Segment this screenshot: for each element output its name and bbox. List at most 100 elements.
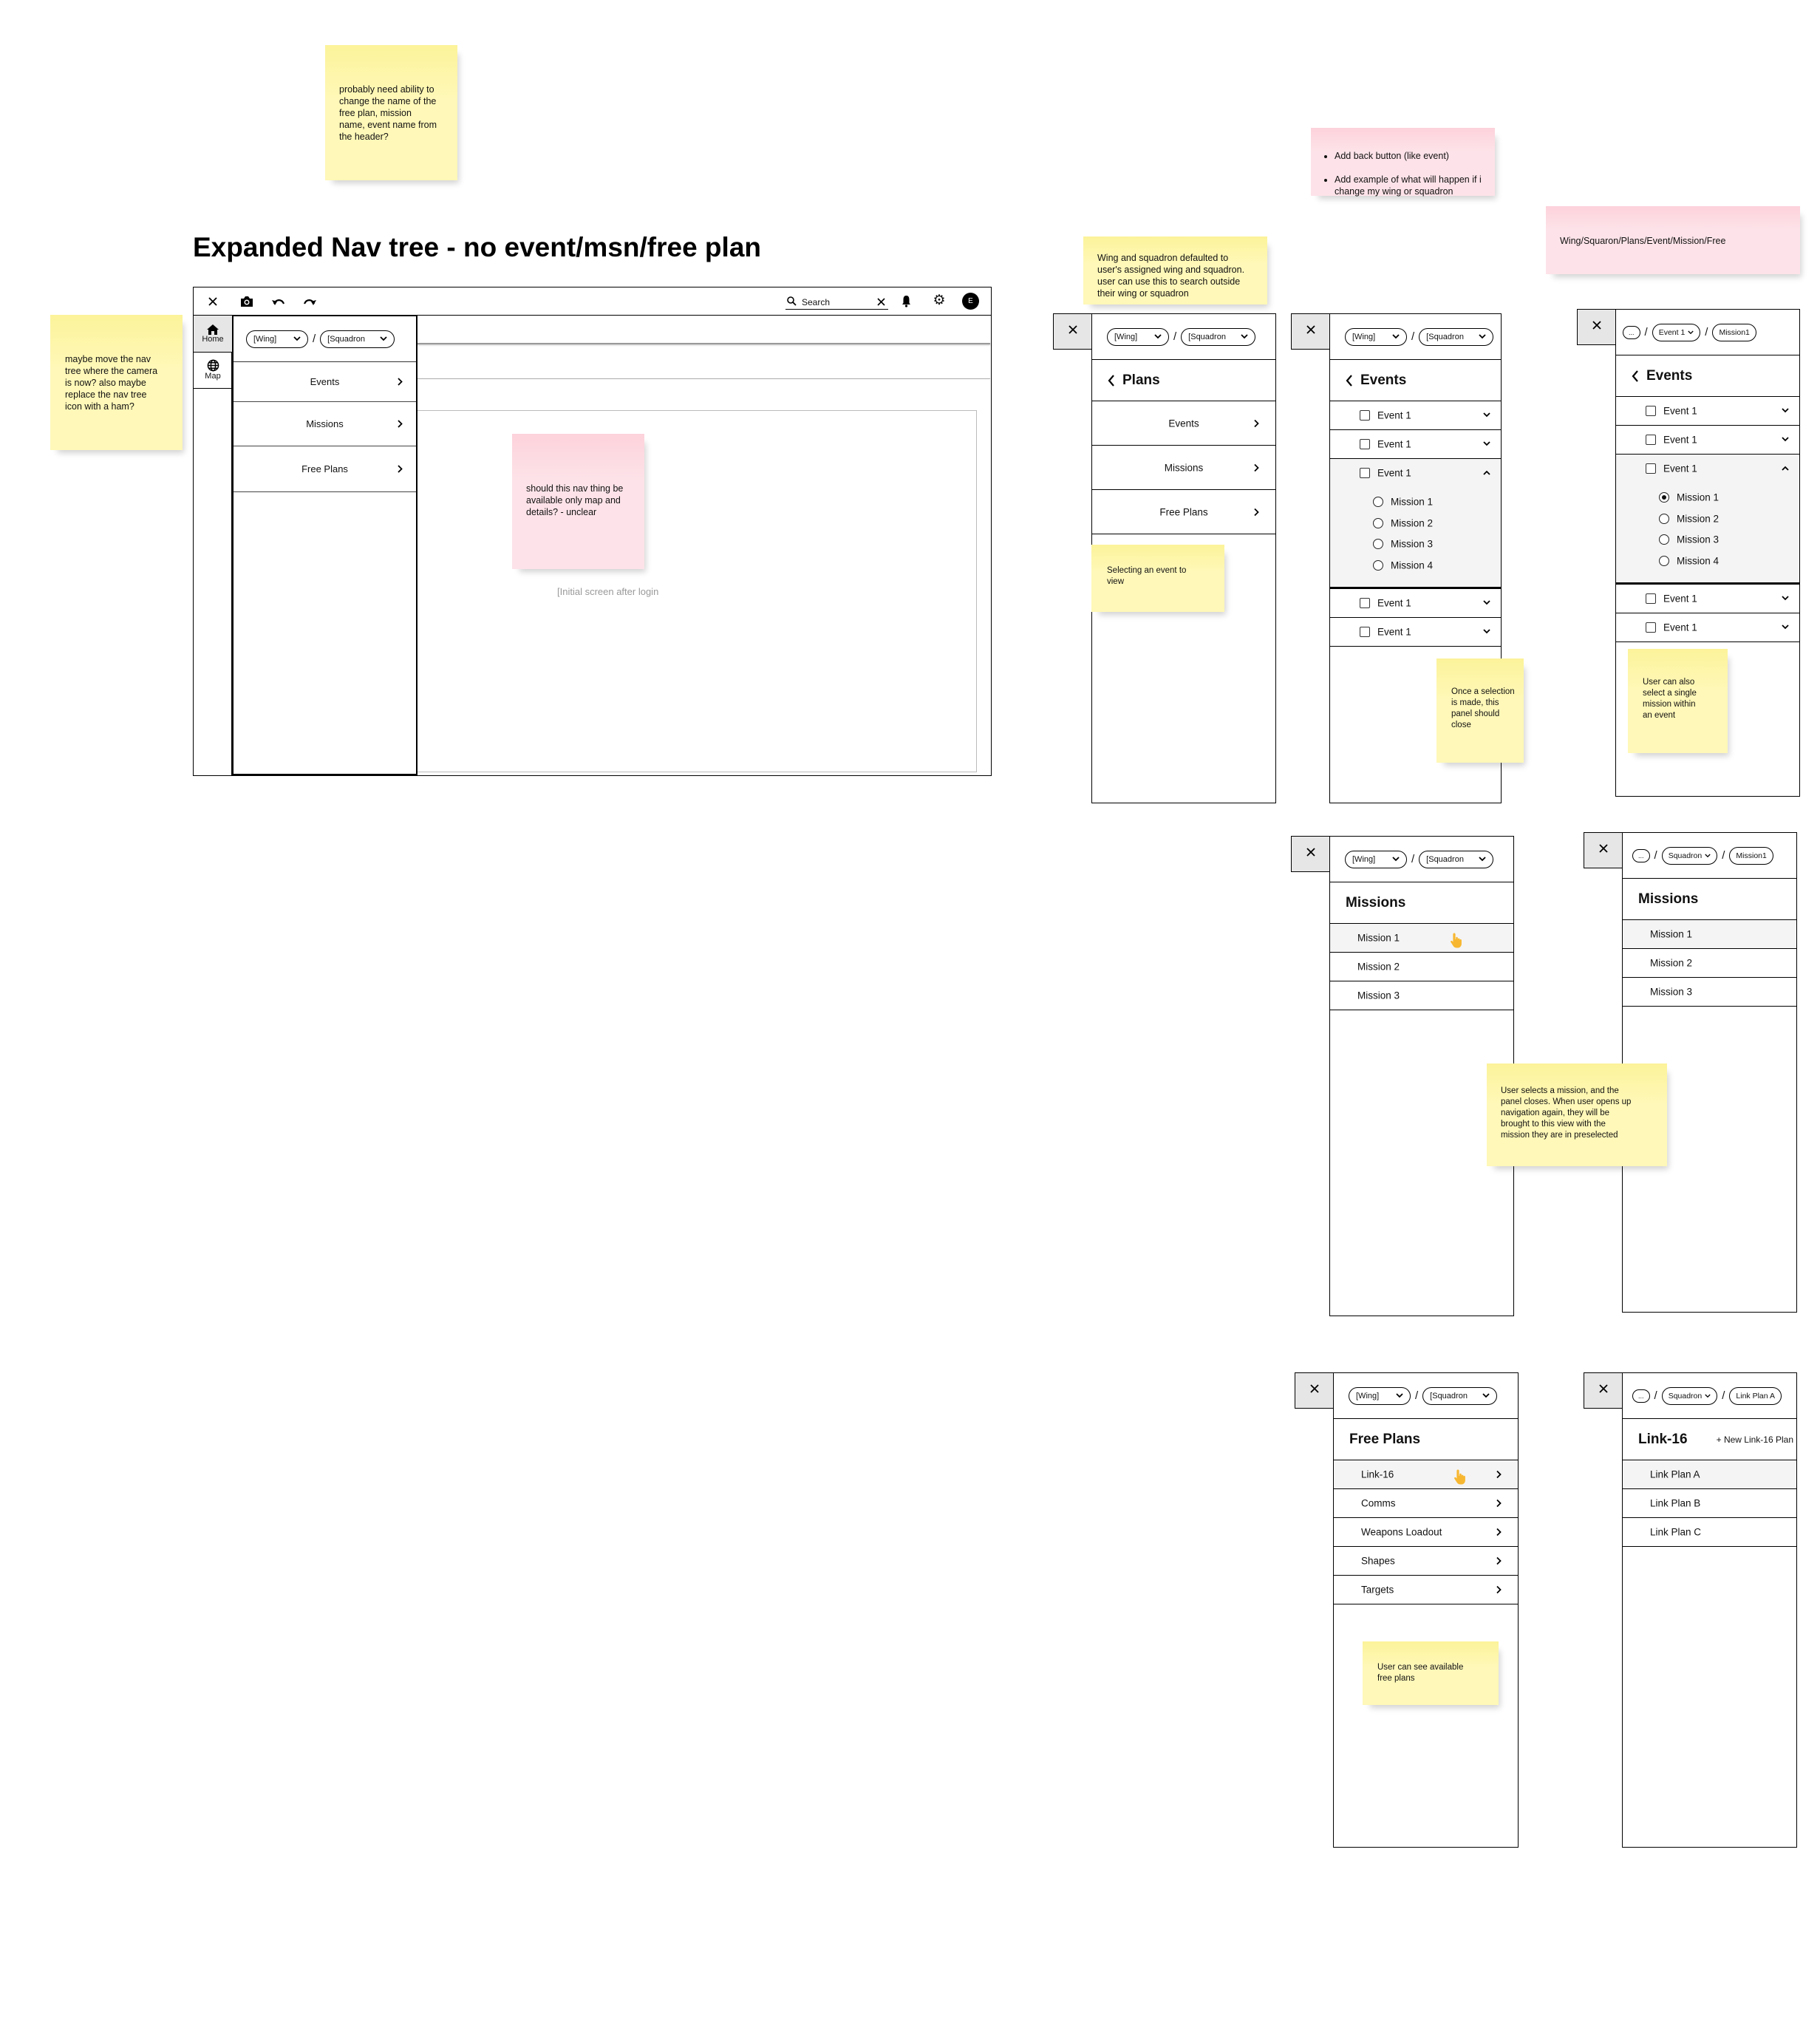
list-item[interactable]: Mission 2 (1330, 953, 1513, 981)
mission-radio[interactable] (1659, 534, 1669, 545)
mission-radio[interactable] (1373, 559, 1383, 571)
search-field[interactable]: Search (785, 294, 888, 310)
list-item[interactable]: Mission 2 (1623, 949, 1796, 978)
breadcrumb-dropdown[interactable]: Event 1 (1652, 323, 1701, 341)
breadcrumb-dropdown[interactable]: Mission1 (1712, 323, 1756, 341)
close-panel-button[interactable] (1295, 1372, 1333, 1409)
chevron-down-icon[interactable] (1782, 437, 1789, 442)
back-button[interactable] (1108, 374, 1115, 387)
close-icon[interactable] (206, 295, 219, 308)
breadcrumb-dropdown[interactable]: [Squadron (1419, 850, 1494, 868)
breadcrumb-dropdown[interactable]: Squadron (1661, 1386, 1718, 1405)
chevron-down-icon[interactable] (1782, 596, 1789, 601)
mission-option[interactable]: Mission 3 (1330, 537, 1501, 551)
list-item[interactable]: Mission 3 (1623, 978, 1796, 1007)
close-panel-button[interactable] (1577, 309, 1615, 345)
mission-radio[interactable] (1373, 539, 1383, 549)
close-panel-button[interactable] (1291, 313, 1329, 350)
chevron-down-icon[interactable] (1782, 624, 1789, 630)
chevron-down-icon[interactable] (1483, 412, 1490, 418)
undo-icon[interactable] (271, 295, 286, 308)
list-item[interactable]: Link Plan A (1623, 1460, 1796, 1489)
list-item[interactable]: Link Plan C (1623, 1518, 1796, 1547)
squadron-dropdown[interactable]: [Squadron (320, 330, 395, 348)
mission-option[interactable]: Mission 4 (1330, 558, 1501, 573)
mission-radio[interactable] (1373, 497, 1383, 507)
wing-dropdown[interactable]: [Wing] (246, 330, 308, 348)
event-checkbox[interactable] (1646, 622, 1656, 633)
back-button[interactable] (1632, 370, 1639, 382)
clear-search-icon[interactable] (875, 296, 887, 307)
breadcrumb-dropdown[interactable]: Link Plan A (1729, 1386, 1782, 1405)
rail-item-home[interactable]: Home (194, 316, 232, 353)
list-item[interactable]: Shapes (1334, 1547, 1518, 1576)
list-item[interactable]: Mission 3 (1330, 981, 1513, 1010)
list-item[interactable]: Link Plan B (1623, 1489, 1796, 1518)
event-checkbox[interactable] (1360, 439, 1370, 449)
event-checkbox[interactable] (1360, 627, 1370, 637)
event-checkbox[interactable] (1646, 406, 1656, 416)
mission-option[interactable]: Mission 1 (1330, 494, 1501, 509)
event-item[interactable]: Event 1 (1616, 426, 1799, 455)
close-panel-button[interactable] (1053, 313, 1091, 350)
event-item[interactable]: Event 1 (1330, 589, 1501, 618)
back-button[interactable] (1346, 374, 1353, 387)
mission-option[interactable]: Mission 2 (1616, 511, 1799, 526)
redo-icon[interactable] (302, 295, 317, 308)
chevron-down-icon[interactable] (1782, 408, 1789, 413)
mission-option[interactable]: Mission 1 (1616, 490, 1799, 505)
breadcrumb-dropdown[interactable]: [Squadron (1181, 327, 1256, 346)
event-item[interactable]: Event 1 Mission 1 Mission 2 Mission 3 Missio… (1330, 459, 1501, 589)
gear-icon[interactable]: ⚙ (932, 293, 947, 308)
event-item[interactable]: Event 1 Mission 1 Mission 2 Mission 3 Missio… (1616, 455, 1799, 585)
breadcrumb-dropdown[interactable]: [Squadron (1419, 327, 1494, 346)
camera-icon[interactable] (239, 295, 254, 308)
list-item[interactable]: Targets (1334, 1576, 1518, 1604)
list-item[interactable]: Mission 1 (1330, 924, 1513, 953)
event-item[interactable]: Event 1 (1616, 397, 1799, 426)
nav-item-missions[interactable]: Missions (1092, 446, 1275, 490)
list-item[interactable]: Link-16 (1334, 1460, 1518, 1489)
event-checkbox[interactable] (1646, 593, 1656, 604)
event-item[interactable]: Event 1 (1616, 585, 1799, 613)
close-panel-button[interactable] (1584, 832, 1622, 868)
new-plan-button[interactable]: + New Link-16 Plan (1717, 1434, 1793, 1445)
list-item[interactable]: Mission 1 (1623, 920, 1796, 949)
mission-option[interactable]: Mission 2 (1330, 516, 1501, 531)
event-item[interactable]: Event 1 (1616, 613, 1799, 642)
nav-item-free-plans[interactable]: Free Plans (1092, 490, 1275, 534)
breadcrumb-dropdown[interactable]: Mission1 (1729, 846, 1773, 865)
event-item[interactable]: Event 1 (1330, 618, 1501, 647)
event-checkbox[interactable] (1360, 598, 1370, 608)
list-item[interactable]: Comms (1334, 1489, 1518, 1518)
chevron-down-icon[interactable] (1483, 441, 1490, 446)
list-item[interactable]: Weapons Loadout (1334, 1518, 1518, 1547)
breadcrumb-ellipsis-button[interactable]: ... (1623, 325, 1640, 339)
avatar[interactable]: E (962, 293, 979, 310)
mission-radio[interactable] (1373, 517, 1383, 528)
mission-option[interactable]: Mission 4 (1616, 554, 1799, 568)
mission-radio[interactable] (1659, 492, 1669, 503)
event-checkbox[interactable] (1360, 410, 1370, 421)
close-panel-button[interactable] (1584, 1372, 1622, 1409)
mission-radio[interactable] (1659, 555, 1669, 566)
nav-item-events[interactable]: Events (1092, 401, 1275, 446)
event-checkbox[interactable] (1646, 463, 1656, 474)
breadcrumb-dropdown[interactable]: [Wing] (1345, 850, 1407, 868)
event-checkbox[interactable] (1646, 435, 1656, 445)
mission-option[interactable]: Mission 3 (1616, 532, 1799, 547)
chevron-down-icon[interactable] (1483, 629, 1490, 634)
chevron-down-icon[interactable] (1483, 600, 1490, 605)
nav-item-missions[interactable]: Missions (234, 401, 416, 446)
breadcrumb-dropdown[interactable]: Squadron (1661, 846, 1718, 865)
event-item[interactable]: Event 1 (1330, 401, 1501, 430)
breadcrumb-dropdown[interactable]: [Wing] (1107, 327, 1169, 346)
bell-icon[interactable] (900, 294, 912, 308)
breadcrumb-ellipsis-button[interactable]: ... (1632, 848, 1650, 862)
mission-radio[interactable] (1659, 513, 1669, 524)
chevron-up-icon[interactable] (1782, 466, 1789, 471)
chevron-up-icon[interactable] (1483, 470, 1490, 475)
breadcrumb-dropdown[interactable]: [Squadron (1422, 1386, 1498, 1405)
breadcrumb-ellipsis-button[interactable]: ... (1632, 1389, 1650, 1403)
breadcrumb-dropdown[interactable]: [Wing] (1349, 1386, 1411, 1405)
